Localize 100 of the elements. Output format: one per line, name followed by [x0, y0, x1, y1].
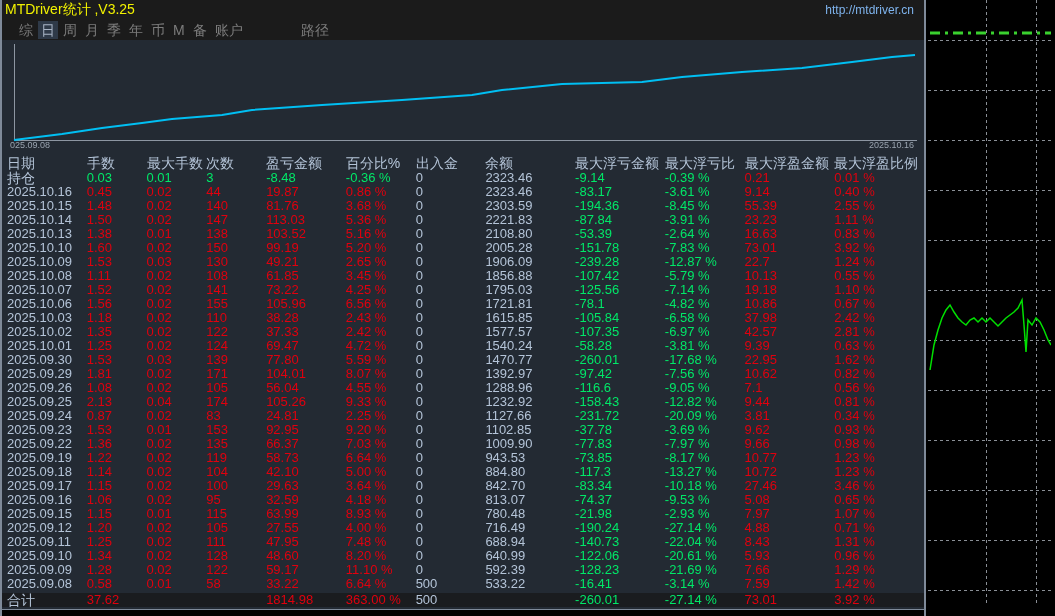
table-cell-text: 1.53 [86, 353, 114, 367]
table-cell-text: 363.00 % [345, 593, 402, 607]
table-cell-text: 19.18 [744, 283, 779, 297]
table-cell-text: -20.09 % [664, 409, 718, 423]
table-cell-text: 0.02 [146, 479, 173, 493]
table-cell-text: -3.81 % [664, 339, 711, 353]
axis-date-label: 2025.10.16 [868, 140, 914, 150]
table-cell-text: 122 [206, 325, 230, 339]
table-cell-text: 4.18 % [345, 493, 388, 507]
table-cell-text: -73.85 [575, 451, 613, 465]
table-cell-text: -7.14 % [664, 283, 711, 297]
table-cell-text: 22.7 [744, 255, 771, 269]
table-cell-text: 0.82 % [834, 367, 876, 381]
row-label: 2025.10.07 [7, 283, 74, 297]
table-cell-text: 58.73 [266, 451, 300, 465]
table-cell-text: 59.17 [266, 563, 300, 577]
table-cell-text: 1.15 [86, 479, 114, 493]
table-cell-text: 0.02 [146, 325, 173, 339]
table-cell-text: 2323.46 [485, 185, 534, 199]
table-cell-text: -17.68 % [664, 353, 718, 367]
row-label: 2025.09.22 [7, 437, 74, 451]
tab[interactable]: 路径 [297, 21, 332, 39]
table-cell-text: 105 [206, 381, 230, 395]
row-label: 2025.09.08 [7, 577, 74, 591]
table-cell-text: 0 [415, 339, 424, 353]
table-cell-text: 0 [415, 535, 424, 549]
table-cell-text: 1.25 [86, 535, 114, 549]
table-cell-text: 9.20 % [345, 423, 388, 437]
table-cell-text: 1814.98 [266, 593, 315, 607]
table-cell-text: 0.81 % [834, 395, 876, 409]
table-cell-text: 2108.80 [485, 227, 534, 241]
table-cell-text: -105.84 [575, 311, 621, 325]
column-header: 最大浮盈比例 [834, 154, 920, 171]
table-cell-text: -128.23 [575, 563, 621, 577]
tab[interactable]: 周 [60, 21, 80, 39]
table-cell-text: -117.3 [575, 465, 612, 479]
table-cell-text: -20.61 % [664, 549, 718, 563]
table-cell-text: 150 [206, 241, 230, 255]
table-cell-text: 780.48 [485, 507, 527, 521]
table-cell-text: 813.07 [485, 493, 527, 507]
table-cell-text: -83.34 [575, 479, 613, 493]
table-cell-text: 5.59 % [345, 353, 388, 367]
row-label: 合计 [7, 593, 36, 607]
row-label: 2025.10.10 [7, 241, 74, 255]
table-cell-text: 7.59 [744, 577, 771, 591]
tab[interactable]: 备 [189, 21, 210, 39]
tab[interactable]: 季 [104, 21, 124, 39]
table-cell-text: 0.02 [146, 437, 173, 451]
table-cell-text: 38.28 [266, 311, 300, 325]
table-cell-text: 171 [206, 367, 230, 381]
table-cell-text: 2.13 [86, 395, 114, 409]
tab[interactable]: 账户 [211, 21, 246, 39]
table-cell-text: 2323.46 [485, 171, 534, 185]
tab[interactable]: 日 [38, 21, 58, 39]
table-cell-text: 111 [206, 535, 228, 549]
table-cell-text: 8.93 % [345, 507, 388, 521]
table-cell-text: 842.70 [485, 479, 527, 493]
table-cell-text: 0.63 % [834, 339, 876, 353]
table-cell-text: 3.64 % [345, 479, 388, 493]
table-cell-text: 592.39 [485, 563, 527, 577]
table-cell-text: 0 [415, 325, 424, 339]
tab[interactable]: 综 [16, 21, 36, 39]
table-cell-text: 103.52 [266, 227, 307, 241]
table-cell-text: 0.56 % [834, 381, 876, 395]
table-cell-text: 6.64 % [345, 451, 388, 465]
table-cell-text: 0 [415, 199, 424, 213]
table-cell-text: 0.04 [146, 395, 173, 409]
website-link[interactable]: http://mtdriver.cn [825, 3, 914, 17]
table-cell-text: 1.28 [86, 563, 114, 577]
table-cell-text: 2005.28 [485, 241, 534, 255]
table-cell-text: 0.01 [146, 171, 173, 185]
table-cell-text: -7.97 % [664, 437, 711, 451]
tab[interactable]: 年 [126, 21, 146, 39]
table-cell-text: 2.25 % [345, 409, 388, 423]
table-cell-text: 0.01 [146, 577, 173, 591]
row-label: 2025.10.16 [7, 185, 74, 199]
table-cell-text: 140 [206, 199, 230, 213]
row-label: 2025.09.30 [7, 353, 74, 367]
table-cell-text: 0.01 % [834, 171, 876, 185]
table-cell-text: 1.34 [86, 549, 114, 563]
table-cell-text: 10.72 [744, 465, 779, 479]
table-cell-text: 9.62 [744, 423, 771, 437]
column-header: 出入金 [415, 154, 459, 171]
tab[interactable]: M [170, 21, 188, 39]
tab[interactable]: 月 [82, 21, 102, 39]
table-cell-text: 5.08 [744, 493, 771, 507]
table-cell-text: 1.29 % [834, 563, 876, 577]
table-cell-text: -22.04 % [664, 535, 718, 549]
table-cell-text: 1.24 % [834, 255, 876, 269]
table-cell-text: 0 [415, 507, 424, 521]
column-header: 手数 [86, 154, 116, 171]
table-cell-text: 9.33 % [345, 395, 388, 409]
row-label: 2025.09.24 [7, 409, 74, 423]
table-cell-text: 7.66 [744, 563, 771, 577]
table-cell-text: 0.02 [146, 213, 173, 227]
table-cell-text: 1.52 [86, 283, 114, 297]
table-cell-text: 0.98 % [834, 437, 876, 451]
row-label: 2025.09.12 [7, 521, 74, 535]
table-cell-text: 943.53 [485, 451, 527, 465]
tab[interactable]: 币 [148, 21, 168, 39]
